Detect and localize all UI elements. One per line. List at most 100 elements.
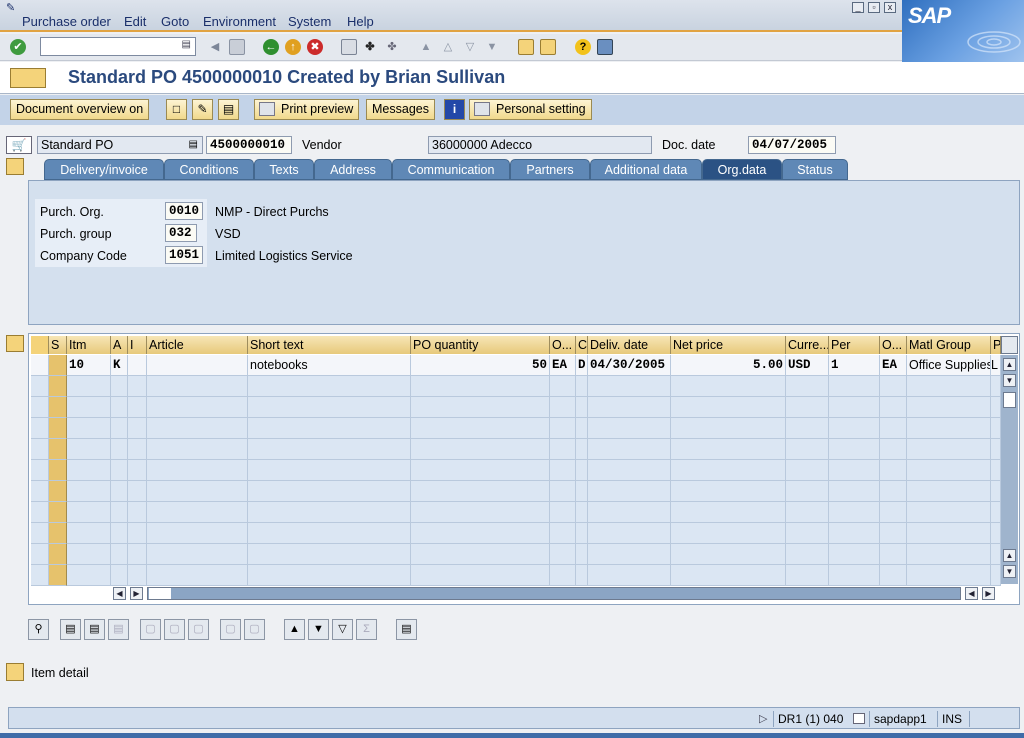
vendor-field[interactable]: 36000000 Adecco xyxy=(428,136,652,154)
empty-cell[interactable] xyxy=(671,376,786,397)
empty-cell[interactable] xyxy=(907,460,991,481)
tab-partners[interactable]: Partners xyxy=(510,159,590,180)
empty-cell[interactable] xyxy=(588,460,671,481)
empty-cell[interactable] xyxy=(671,439,786,460)
empty-cell[interactable] xyxy=(67,397,111,418)
empty-cell[interactable] xyxy=(411,481,550,502)
empty-cell[interactable] xyxy=(147,460,248,481)
empty-cell[interactable] xyxy=(147,439,248,460)
col-header-item-category[interactable]: I xyxy=(128,336,147,354)
empty-cell[interactable] xyxy=(147,502,248,523)
cell-item-category[interactable] xyxy=(128,355,147,376)
empty-cell[interactable] xyxy=(880,397,907,418)
empty-cell[interactable] xyxy=(550,565,576,586)
empty-cell[interactable] xyxy=(588,376,671,397)
empty-cell[interactable] xyxy=(550,544,576,565)
empty-cell[interactable] xyxy=(111,439,128,460)
empty-cell[interactable] xyxy=(588,481,671,502)
header-collapse-icon[interactable] xyxy=(6,158,24,175)
empty-cell[interactable] xyxy=(588,523,671,544)
cart-icon[interactable]: 🛒 xyxy=(6,136,32,154)
find-next-icon[interactable]: ✤ xyxy=(384,39,400,55)
empty-cell[interactable] xyxy=(550,418,576,439)
empty-cell[interactable] xyxy=(67,376,111,397)
empty-cell[interactable] xyxy=(111,565,128,586)
empty-cell[interactable] xyxy=(786,523,829,544)
col-header-net-price[interactable]: Net price xyxy=(671,336,786,354)
empty-cell[interactable] xyxy=(248,460,411,481)
tab-additional-data[interactable]: Additional data xyxy=(590,159,702,180)
row-status[interactable] xyxy=(49,481,67,502)
empty-cell[interactable] xyxy=(829,565,880,586)
empty-cell[interactable] xyxy=(829,439,880,460)
empty-cell[interactable] xyxy=(111,397,128,418)
empty-cell[interactable] xyxy=(829,502,880,523)
cell-per[interactable]: 1 xyxy=(829,355,880,376)
empty-cell[interactable] xyxy=(786,565,829,586)
col-header-order-price-unit[interactable]: O... xyxy=(880,336,907,354)
empty-cell[interactable] xyxy=(829,376,880,397)
print-icon[interactable] xyxy=(341,39,357,55)
empty-cell[interactable] xyxy=(576,565,588,586)
empty-cell[interactable] xyxy=(880,481,907,502)
empty-cell[interactable] xyxy=(411,523,550,544)
empty-cell[interactable] xyxy=(31,439,49,460)
empty-cell[interactable] xyxy=(576,523,588,544)
empty-cell[interactable] xyxy=(31,460,49,481)
empty-cell[interactable] xyxy=(671,481,786,502)
empty-cell[interactable] xyxy=(880,523,907,544)
col-header-date-category[interactable]: C xyxy=(576,336,588,354)
empty-cell[interactable] xyxy=(880,418,907,439)
empty-cell[interactable] xyxy=(576,397,588,418)
tab-conditions[interactable]: Conditions xyxy=(164,159,254,180)
help-icon[interactable]: ? xyxy=(575,39,591,55)
col-header-item[interactable]: Itm xyxy=(67,336,111,354)
empty-cell[interactable] xyxy=(411,544,550,565)
empty-cell[interactable] xyxy=(411,397,550,418)
empty-cell[interactable] xyxy=(411,439,550,460)
horizontal-scrollbar[interactable] xyxy=(147,587,961,600)
empty-cell[interactable] xyxy=(31,502,49,523)
empty-cell[interactable] xyxy=(588,439,671,460)
empty-cell[interactable] xyxy=(411,502,550,523)
menu-help[interactable]: Help xyxy=(347,14,374,29)
empty-cell[interactable] xyxy=(576,502,588,523)
empty-cell[interactable] xyxy=(248,376,411,397)
empty-cell[interactable] xyxy=(128,565,147,586)
empty-cell[interactable] xyxy=(31,481,49,502)
vertical-scroll-thumb[interactable] xyxy=(1003,392,1016,408)
command-dropdown-icon[interactable]: ▤ xyxy=(182,39,191,50)
empty-cell[interactable] xyxy=(991,523,1001,544)
scroll-up-page-icon[interactable]: ▲ xyxy=(1003,549,1016,562)
po-type-select[interactable]: Standard PO ▤ xyxy=(37,136,203,154)
empty-cell[interactable] xyxy=(907,376,991,397)
empty-cell[interactable] xyxy=(147,376,248,397)
empty-cell[interactable] xyxy=(111,481,128,502)
empty-cell[interactable] xyxy=(786,544,829,565)
empty-cell[interactable] xyxy=(248,565,411,586)
empty-cell[interactable] xyxy=(147,418,248,439)
empty-cell[interactable] xyxy=(550,460,576,481)
empty-cell[interactable] xyxy=(907,397,991,418)
empty-cell[interactable] xyxy=(576,439,588,460)
empty-cell[interactable] xyxy=(248,544,411,565)
empty-cell[interactable] xyxy=(588,544,671,565)
empty-cell[interactable] xyxy=(880,544,907,565)
empty-cell[interactable] xyxy=(588,418,671,439)
menu-edit[interactable]: Edit xyxy=(124,14,146,29)
purch-org-field[interactable]: 0010 xyxy=(165,202,203,220)
empty-cell[interactable] xyxy=(576,481,588,502)
filter-icon[interactable]: ▽ xyxy=(332,619,353,640)
tab-status[interactable]: Status xyxy=(782,159,848,180)
layout-menu-icon[interactable] xyxy=(597,39,613,55)
empty-cell[interactable] xyxy=(147,565,248,586)
doc-date-field[interactable]: 04/07/2005 xyxy=(748,136,836,154)
empty-cell[interactable] xyxy=(411,565,550,586)
row-status[interactable] xyxy=(49,544,67,565)
scroll-left-icon[interactable]: ◀ xyxy=(113,587,126,600)
col-header-short-text[interactable]: Short text xyxy=(248,336,411,354)
empty-cell[interactable] xyxy=(550,376,576,397)
system-menu-icon[interactable]: ✎ xyxy=(6,1,15,14)
empty-cell[interactable] xyxy=(248,397,411,418)
document-overview-toggle-icon[interactable] xyxy=(10,68,46,88)
